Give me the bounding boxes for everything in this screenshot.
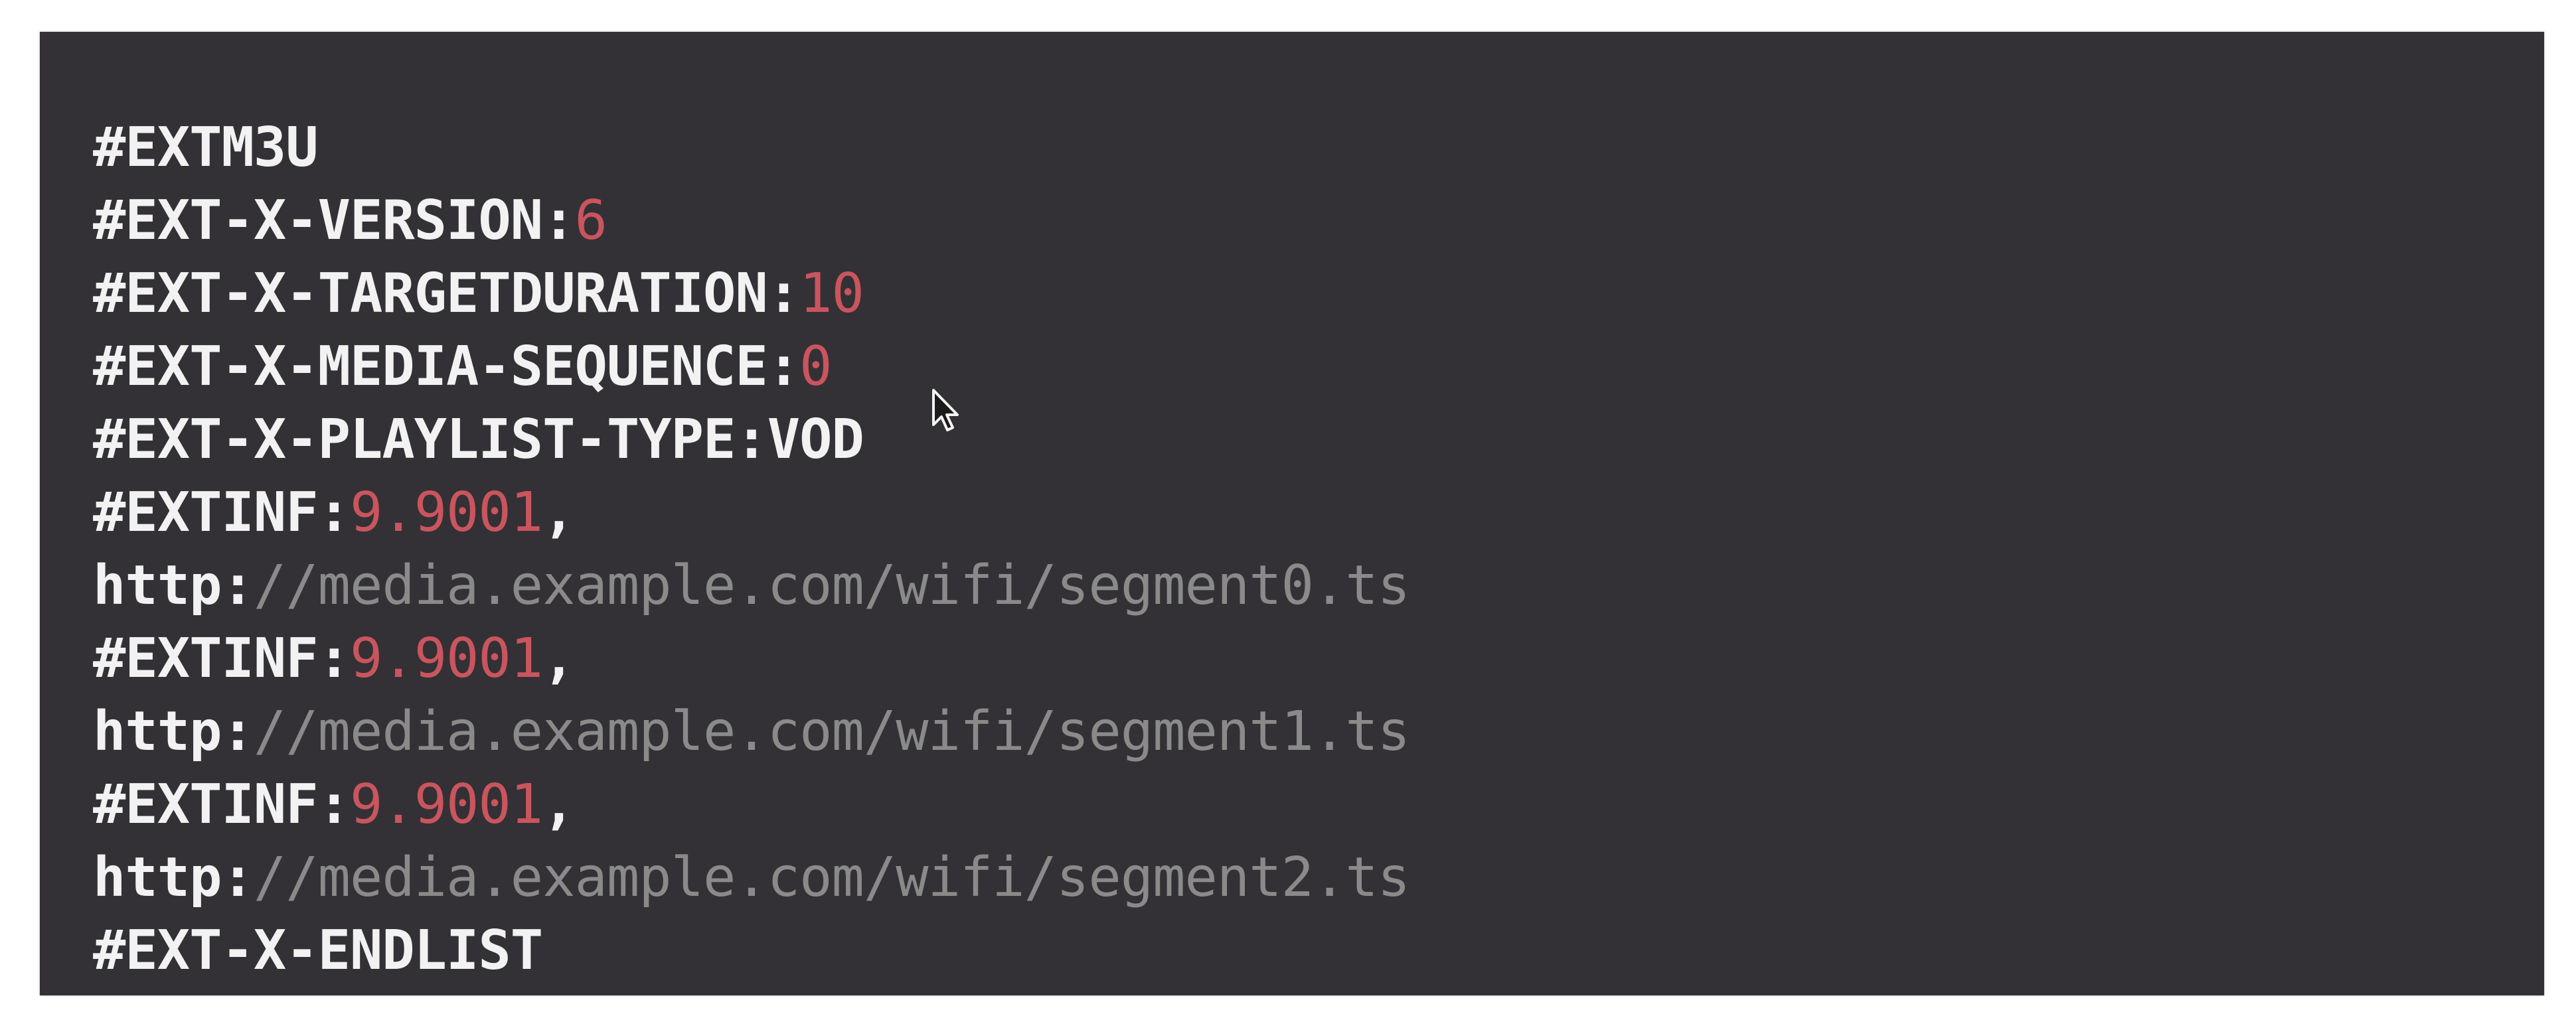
extm3u-header: #EXTM3U [93,116,319,179]
playlist-type-tag: #EXT-X-PLAYLIST-TYPE:VOD [93,408,864,471]
code-line-target-duration: #EXT-X-TARGETDURATION:10 [93,257,2544,330]
mouse-pointer-arrow-icon [932,389,959,431]
media-sequence-tag: #EXT-X-MEDIA-SEQUENCE: [93,335,800,398]
code-line-segment-url: http://media.example.com/wifi/segment1.t… [93,695,2544,768]
code-line-segment-url: http://media.example.com/wifi/segment2.t… [93,841,2544,914]
segment-duration: 9.9001 [349,773,543,836]
url-protocol: http: [93,846,254,909]
code-line-extinf: #EXTINF:9.9001, [93,622,2544,695]
version-value: 6 [574,189,607,252]
code-line-version: #EXT-X-VERSION:6 [93,184,2544,257]
url-path: //media.example.com/wifi/segment0.ts [253,554,1410,617]
code-line-segment-url: http://media.example.com/wifi/segment0.t… [93,549,2544,622]
code-line-extm3u: #EXTM3U [93,111,2544,184]
media-sequence-value: 0 [799,335,832,398]
m3u8-code-block: #EXTM3U #EXT-X-VERSION:6 #EXT-X-TARGETDU… [40,32,2544,995]
url-path: //media.example.com/wifi/segment2.ts [253,846,1410,909]
segment-duration: 9.9001 [349,481,543,544]
endlist-tag: #EXT-X-ENDLIST [93,919,543,982]
code-line-extinf: #EXTINF:9.9001, [93,768,2544,841]
version-tag: #EXT-X-VERSION: [93,189,576,252]
url-protocol: http: [93,700,254,763]
extinf-tag: #EXTINF: [93,773,351,836]
target-duration-tag: #EXT-X-TARGETDURATION: [93,262,800,325]
url-protocol: http: [93,554,254,617]
code-line-media-sequence: #EXT-X-MEDIA-SEQUENCE:0 [93,330,2544,403]
code-line-playlist-type: #EXT-X-PLAYLIST-TYPE:VOD [93,403,2544,476]
code-line-extinf: #EXTINF:9.9001, [93,476,2544,549]
extinf-comma: , [542,481,575,544]
extinf-comma: , [542,627,575,690]
target-duration-value: 10 [799,262,864,325]
extinf-tag: #EXTINF: [93,481,351,544]
extinf-comma: , [542,773,575,836]
extinf-tag: #EXTINF: [93,627,351,690]
segment-duration: 9.9001 [349,627,543,690]
url-path: //media.example.com/wifi/segment1.ts [253,700,1410,763]
code-line-endlist: #EXT-X-ENDLIST [93,914,2544,987]
